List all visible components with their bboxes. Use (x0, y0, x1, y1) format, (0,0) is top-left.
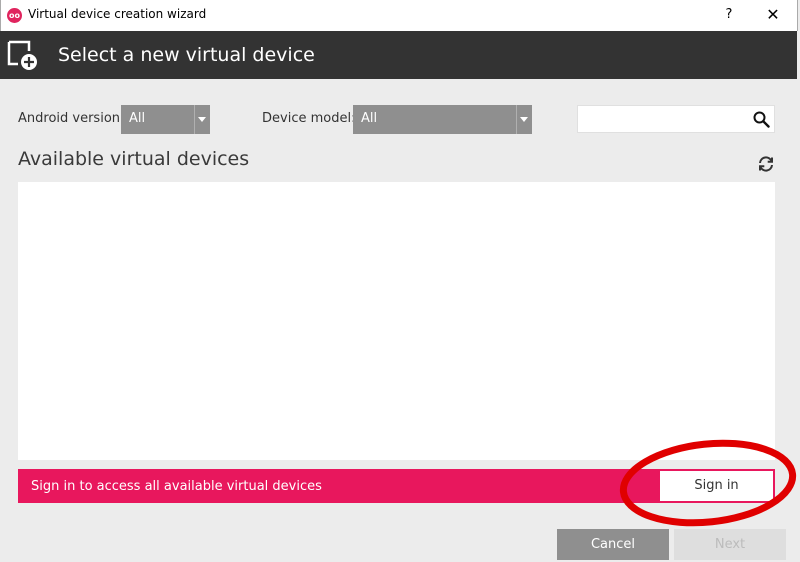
next-button[interactable]: Next (674, 529, 786, 560)
page-title: Select a new virtual device (58, 44, 315, 66)
device-model-value: All (361, 111, 378, 126)
app-logo-icon: oo (7, 8, 22, 23)
device-model-dropdown[interactable] (516, 105, 532, 134)
refresh-icon[interactable] (757, 155, 775, 177)
window-title: Virtual device creation wizard (28, 7, 207, 21)
device-model-label: Device model: (262, 111, 356, 126)
android-version-dropdown[interactable] (194, 105, 210, 134)
android-version-value: All (129, 111, 146, 126)
device-model-select[interactable]: All (353, 105, 532, 134)
available-devices-title: Available virtual devices (18, 148, 250, 170)
add-device-icon (7, 40, 39, 76)
search-icon[interactable] (753, 111, 770, 132)
chevron-down-icon (520, 117, 528, 122)
close-button[interactable]: ✕ (761, 4, 785, 26)
cancel-button[interactable]: Cancel (557, 529, 669, 560)
device-list[interactable] (18, 182, 775, 460)
android-version-label: Android version: (18, 111, 125, 126)
chevron-down-icon (198, 117, 206, 122)
search-box[interactable] (577, 105, 775, 133)
android-version-select[interactable]: All (121, 105, 210, 134)
window-titlebar: oo Virtual device creation wizard ? ✕ (0, 0, 798, 31)
wizard-header: Select a new virtual device (0, 31, 797, 79)
search-input[interactable] (582, 110, 751, 130)
help-button[interactable]: ? (721, 5, 737, 25)
signin-message: Sign in to access all available virtual … (31, 479, 322, 494)
annotation-circle (619, 439, 797, 527)
